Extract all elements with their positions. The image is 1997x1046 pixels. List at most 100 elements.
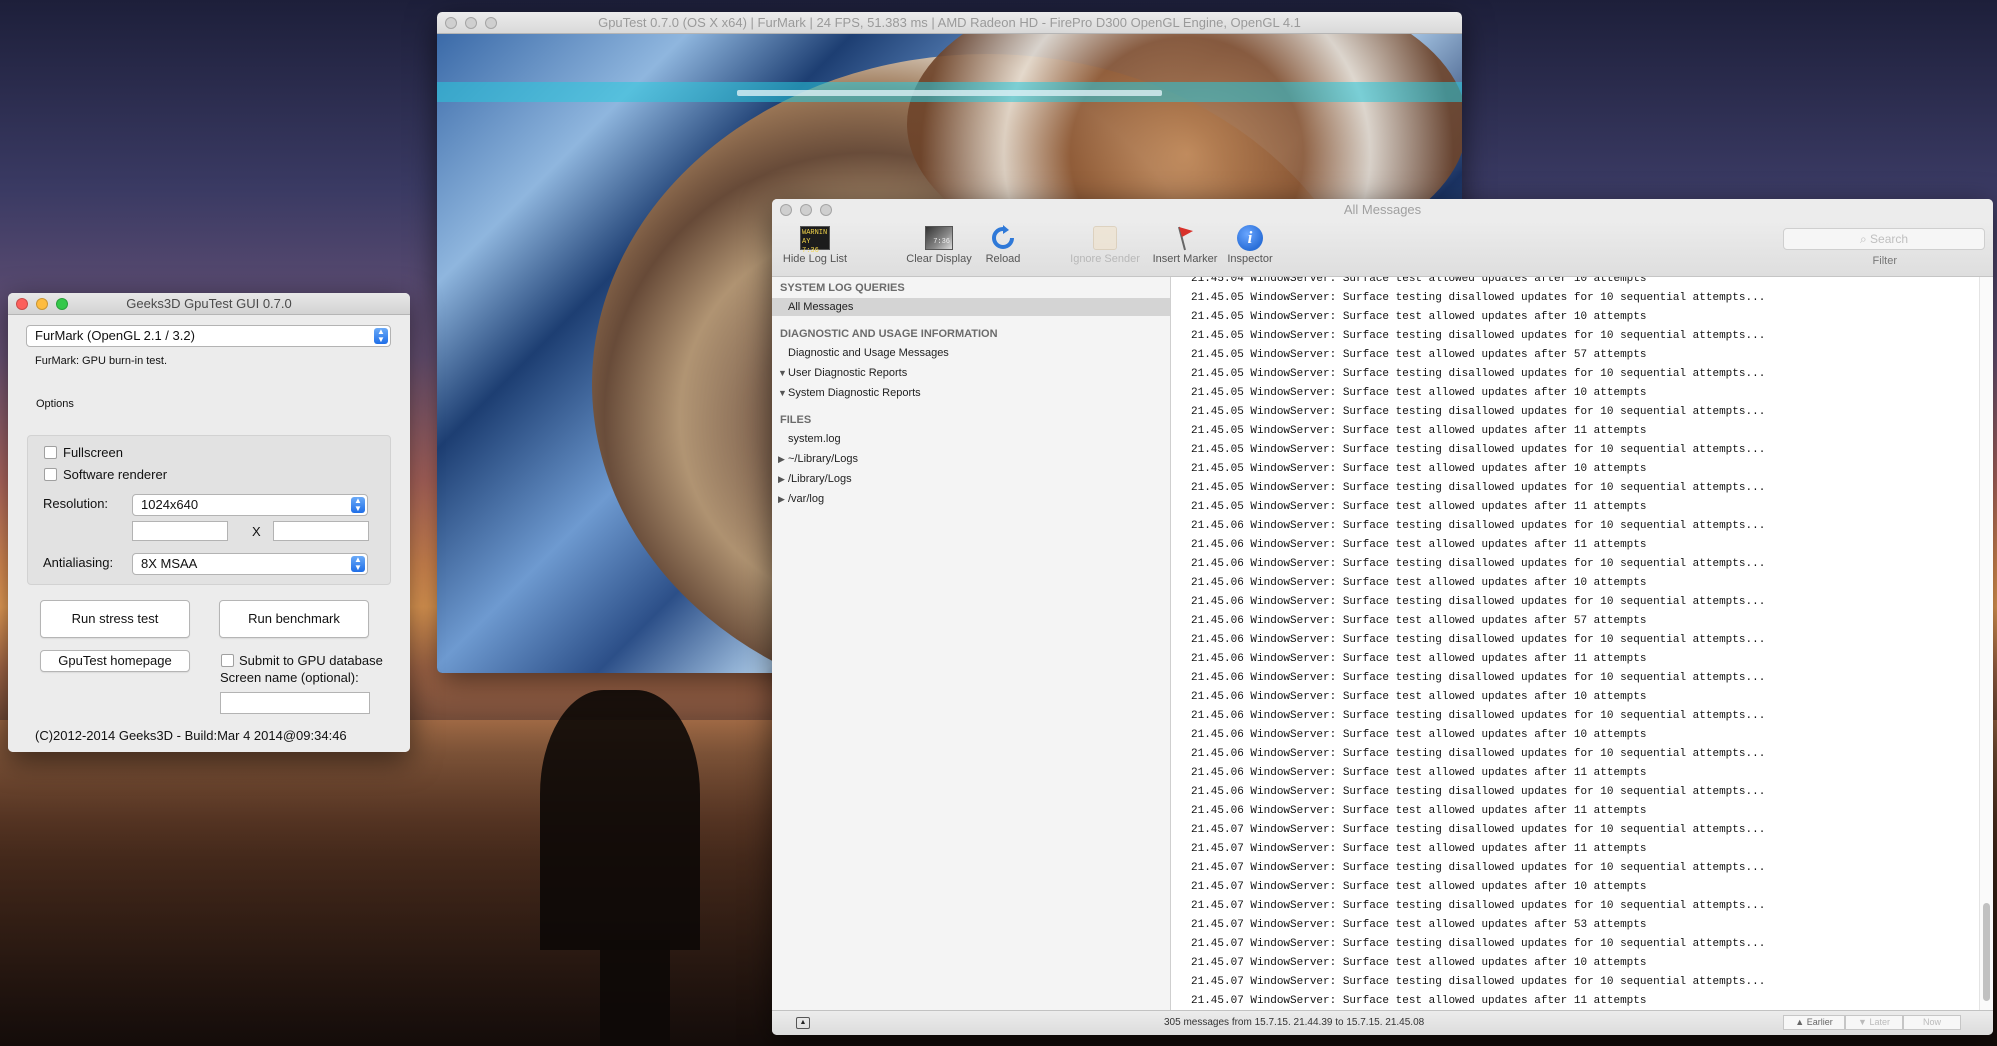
sidebar-item-system-reports[interactable]: ▼ System Diagnostic Reports	[772, 384, 1170, 402]
hide-log-list-button[interactable]: WARNIN AY 7:36 Hide Log List	[780, 225, 850, 265]
log-line[interactable]: 21.45.05 WindowServer: Surface testing d…	[1191, 403, 1765, 422]
log-line[interactable]: 21.45.06 WindowServer: Surface testing d…	[1191, 707, 1765, 726]
log-message-list[interactable]: 21.45.04 WindowServer: Surface test allo…	[1171, 277, 1993, 1010]
log-line[interactable]: 21.45.06 WindowServer: Surface test allo…	[1191, 650, 1646, 669]
run-stress-test-button[interactable]: Run stress test	[40, 600, 190, 638]
ignore-sender-icon	[1090, 225, 1120, 251]
log-line[interactable]: 21.45.07 WindowServer: Surface testing d…	[1191, 973, 1765, 992]
sidebar-item-user-reports[interactable]: ▼ User Diagnostic Reports	[772, 364, 1170, 382]
sidebar-item-all-messages[interactable]: All Messages	[772, 298, 1170, 316]
earlier-button[interactable]: ▲ Earlier	[1783, 1015, 1845, 1030]
now-button[interactable]: Now	[1903, 1015, 1961, 1030]
sidebar-item-diagnostic-messages[interactable]: Diagnostic and Usage Messages	[772, 344, 1170, 362]
log-line[interactable]: 21.45.05 WindowServer: Surface testing d…	[1191, 441, 1765, 460]
chevron-updown-icon: ▲ ▼	[351, 497, 365, 513]
log-line[interactable]: 21.45.05 WindowServer: Surface testing d…	[1191, 327, 1765, 346]
log-line[interactable]: 21.45.05 WindowServer: Surface test allo…	[1191, 308, 1646, 327]
log-line[interactable]: 21.45.06 WindowServer: Surface test allo…	[1191, 612, 1646, 631]
antialiasing-select[interactable]: 8X MSAA ▲ ▼	[132, 553, 368, 575]
software-renderer-label: Software renderer	[63, 467, 168, 482]
log-line[interactable]: 21.45.07 WindowServer: Surface testing d…	[1191, 859, 1765, 878]
log-line[interactable]: 21.45.06 WindowServer: Surface testing d…	[1191, 555, 1765, 574]
log-line[interactable]: 21.45.05 WindowServer: Surface test allo…	[1191, 346, 1646, 365]
log-line[interactable]: 21.45.07 WindowServer: Surface testing d…	[1191, 935, 1765, 954]
log-line[interactable]: 21.45.06 WindowServer: Surface testing d…	[1191, 593, 1765, 612]
log-line[interactable]: 21.45.07 WindowServer: Surface testing d…	[1191, 821, 1765, 840]
insert-marker-button[interactable]: Insert Marker	[1148, 225, 1222, 265]
gputest-window-title: Geeks3D GpuTest GUI 0.7.0	[126, 296, 292, 311]
log-line[interactable]: 21.45.06 WindowServer: Surface testing d…	[1191, 517, 1765, 536]
console-warning-icon: WARNIN AY 7:36	[800, 225, 830, 255]
filter-label: Filter	[1872, 255, 1897, 267]
scrollbar-thumb[interactable]	[1983, 903, 1990, 1001]
diagnostic-header: DIAGNOSTIC AND USAGE INFORMATION	[780, 328, 998, 340]
minimize-button[interactable]	[36, 298, 48, 310]
log-line[interactable]: 21.45.04 WindowServer: Surface test allo…	[1191, 277, 1646, 289]
minimize-button[interactable]	[800, 204, 812, 216]
fullscreen-checkbox[interactable]	[44, 446, 57, 459]
minimize-button[interactable]	[465, 17, 477, 29]
sidebar-item-user-library-logs[interactable]: ▶ ~/Library/Logs	[772, 450, 1170, 468]
log-line[interactable]: 21.45.07 WindowServer: Surface testing d…	[1191, 897, 1765, 916]
vertical-scrollbar[interactable]	[1979, 277, 1993, 1010]
disclosure-expanded-icon[interactable]: ▼	[778, 364, 787, 382]
log-line[interactable]: 21.45.06 WindowServer: Surface testing d…	[1191, 669, 1765, 688]
log-line[interactable]: 21.45.06 WindowServer: Surface testing d…	[1191, 783, 1765, 802]
zoom-button[interactable]	[485, 17, 497, 29]
arrow-up-icon: ▲	[1795, 1017, 1807, 1027]
marker-flag-icon	[1170, 225, 1200, 251]
reload-button[interactable]: Reload	[980, 225, 1026, 265]
inspector-button[interactable]: i Inspector	[1222, 225, 1278, 265]
log-line[interactable]: 21.45.05 WindowServer: Surface test allo…	[1191, 460, 1646, 479]
log-line[interactable]: 21.45.06 WindowServer: Surface test allo…	[1191, 536, 1646, 555]
custom-width-field[interactable]	[132, 521, 228, 541]
log-line[interactable]: 21.45.07 WindowServer: Surface test allo…	[1191, 840, 1646, 859]
ignore-sender-button[interactable]: Ignore Sender	[1065, 225, 1145, 265]
close-button[interactable]	[16, 298, 28, 310]
fullscreen-label: Fullscreen	[63, 445, 123, 460]
submit-database-checkbox[interactable]	[221, 654, 234, 667]
antialiasing-label: Antialiasing:	[43, 555, 114, 570]
desktop-tree-silhouette	[540, 690, 700, 950]
disclosure-collapsed-icon[interactable]: ▶	[778, 470, 785, 488]
close-button[interactable]	[445, 17, 457, 29]
log-line[interactable]: 21.45.07 WindowServer: Surface test allo…	[1191, 916, 1646, 935]
log-line[interactable]: 21.45.07 WindowServer: Surface test allo…	[1191, 954, 1646, 973]
log-line[interactable]: 21.45.06 WindowServer: Surface test allo…	[1191, 688, 1646, 707]
sidebar-item-var-log[interactable]: ▶ /var/log	[772, 490, 1170, 508]
gputest-homepage-button[interactable]: GpuTest homepage	[40, 650, 190, 672]
log-line[interactable]: 21.45.05 WindowServer: Surface testing d…	[1191, 365, 1765, 384]
sidebar-item-system-log[interactable]: system.log	[772, 430, 1170, 448]
log-line[interactable]: 21.45.07 WindowServer: Surface test allo…	[1191, 992, 1646, 1010]
log-line[interactable]: 21.45.06 WindowServer: Surface test allo…	[1191, 574, 1646, 593]
sidebar-toggle-icon[interactable]: ▲	[796, 1017, 810, 1029]
disclosure-collapsed-icon[interactable]: ▶	[778, 450, 785, 468]
log-line[interactable]: 21.45.06 WindowServer: Surface test allo…	[1191, 726, 1646, 745]
sidebar-item-library-logs[interactable]: ▶ /Library/Logs	[772, 470, 1170, 488]
log-line[interactable]: 21.45.06 WindowServer: Surface test allo…	[1191, 764, 1646, 783]
clear-display-button[interactable]: 7:36 Clear Display	[902, 225, 976, 265]
close-button[interactable]	[780, 204, 792, 216]
search-field[interactable]: ⌕ Search	[1783, 228, 1985, 250]
log-line[interactable]: 21.45.05 WindowServer: Surface testing d…	[1191, 479, 1765, 498]
log-line[interactable]: 21.45.05 WindowServer: Surface test allo…	[1191, 498, 1646, 517]
zoom-button[interactable]	[56, 298, 68, 310]
disclosure-collapsed-icon[interactable]: ▶	[778, 490, 785, 508]
log-line[interactable]: 21.45.06 WindowServer: Surface testing d…	[1191, 631, 1765, 650]
disclosure-expanded-icon[interactable]: ▼	[778, 384, 787, 402]
software-renderer-checkbox[interactable]	[44, 468, 57, 481]
test-select[interactable]: FurMark (OpenGL 2.1 / 3.2) ▲ ▼	[26, 325, 391, 347]
log-line[interactable]: 21.45.05 WindowServer: Surface test allo…	[1191, 384, 1646, 403]
later-button[interactable]: ▼ Later	[1845, 1015, 1903, 1030]
log-line[interactable]: 21.45.05 WindowServer: Surface test allo…	[1191, 422, 1646, 441]
zoom-button[interactable]	[820, 204, 832, 216]
log-line[interactable]: 21.45.06 WindowServer: Surface testing d…	[1191, 745, 1765, 764]
run-benchmark-button[interactable]: Run benchmark	[219, 600, 369, 638]
resolution-select[interactable]: 1024x640 ▲ ▼	[132, 494, 368, 516]
log-line[interactable]: 21.45.07 WindowServer: Surface test allo…	[1191, 878, 1646, 897]
log-line[interactable]: 21.45.05 WindowServer: Surface testing d…	[1191, 289, 1765, 308]
log-line[interactable]: 21.45.06 WindowServer: Surface test allo…	[1191, 802, 1646, 821]
custom-height-field[interactable]	[273, 521, 369, 541]
screen-name-field[interactable]	[220, 692, 370, 714]
gputest-gui-window: Geeks3D GpuTest GUI 0.7.0 FurMark (OpenG…	[8, 293, 410, 752]
